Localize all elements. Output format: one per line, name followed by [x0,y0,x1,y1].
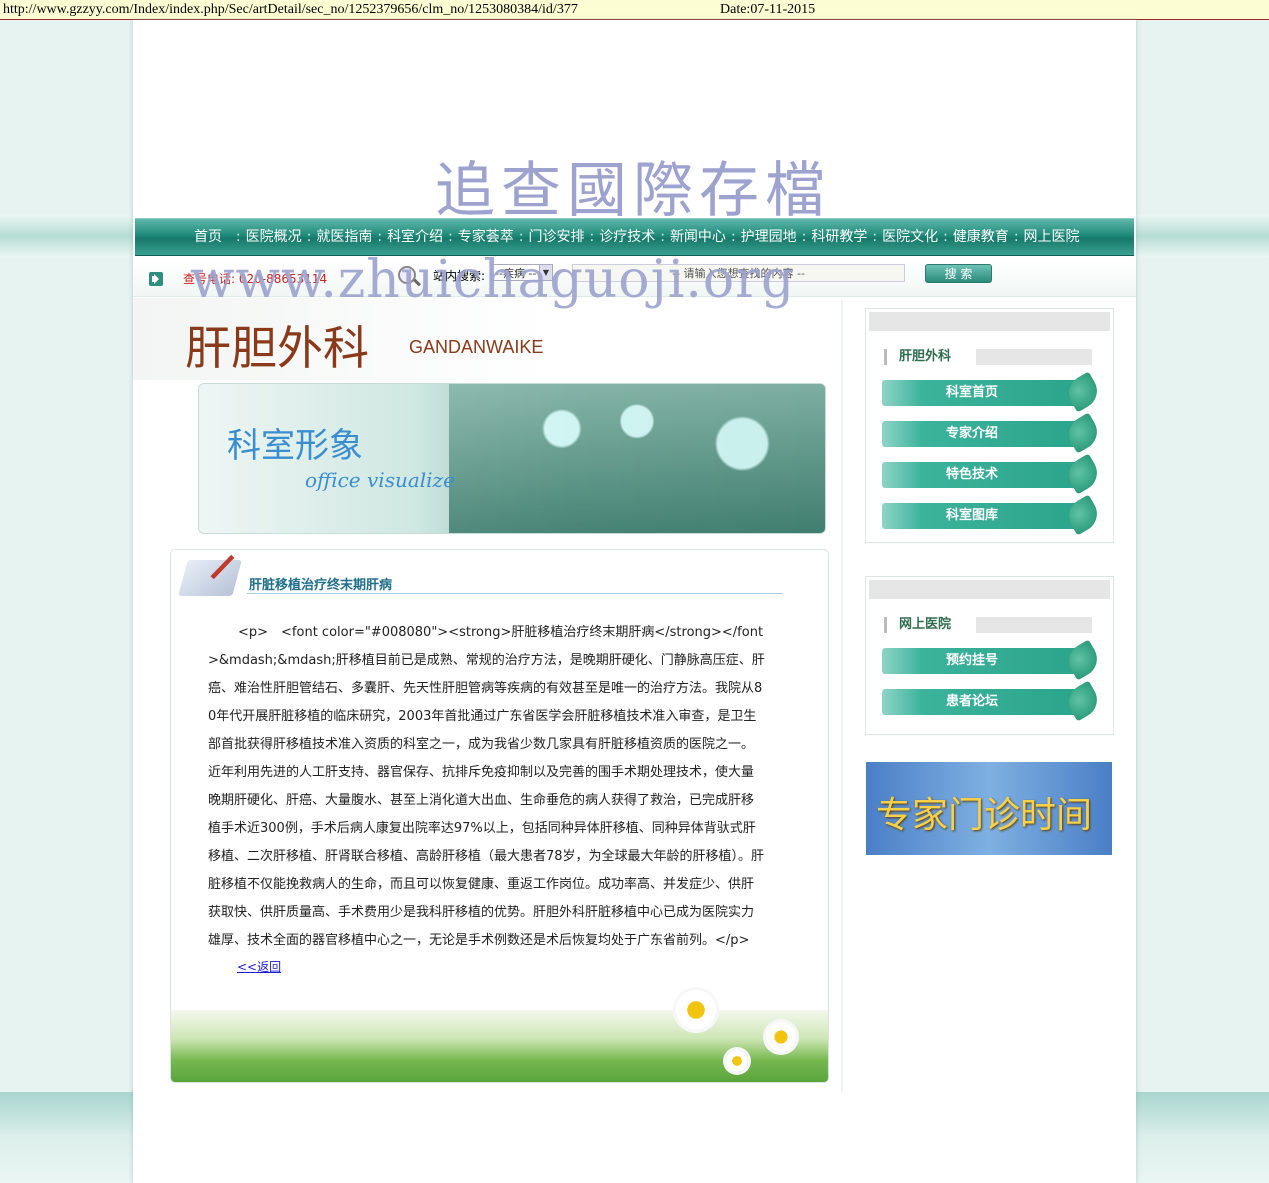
leaf-icon [1062,639,1104,681]
meadow-decoration [171,990,828,1082]
leaf-icon [1062,453,1104,495]
nav-separator: : [801,229,807,245]
side-item-gallery[interactable]: 科室图库 [882,494,1104,536]
nav-item[interactable]: 网上医院 [1020,219,1084,255]
leaf-icon [1062,494,1104,536]
department-pinyin: GANDANWAIKE [409,337,544,357]
daisy-decoration [766,1022,796,1052]
side-item-experts[interactable]: 专家介绍 [882,412,1104,454]
side-item-label: 科室图库 [945,508,998,523]
side-item-label: 预约挂号 [945,653,998,668]
search-button[interactable]: 搜 索 [925,264,992,283]
surgery-photo [449,384,825,533]
side-item-label: 科室首页 [945,385,998,400]
promo-text: 专家门诊时间 [876,795,1093,836]
article-card: 肝脏移植治疗终末期肝病 <p> <font color="#008080"><s… [170,549,829,1083]
nav-separator: : [1013,229,1019,245]
archive-date: Date:07-11-2015 [720,2,816,17]
department-header: 肝胆外科 GANDANWAIKE [133,298,838,380]
nav-item[interactable]: 科研教学 [807,219,871,255]
archive-bar: http://www.gzzyy.com/Index/index.php/Sec… [0,0,1269,20]
office-banner-image: 科室形象 office visualize [198,383,826,534]
site-header: 追查國際存檔 [133,20,1136,226]
side-item-label: 专家介绍 [945,426,998,441]
side-item-dept-home[interactable]: 科室首页 [882,371,1104,413]
banner-title-en: office visualize [305,468,455,492]
sidebar-divider [841,300,843,1092]
page-wrapper: 追查國際存檔 首页 : 医院概况: 就医指南: 科室介绍: 专家荟萃: 门诊安排: 诊疗技术… [133,20,1136,1183]
side-item-techniques[interactable]: 特色技术 [882,453,1104,495]
back-link[interactable]: <<返回 [237,958,281,975]
title-underline [247,593,783,594]
department-title: 肝胆外科 [185,321,369,375]
banner-title-cn: 科室形象 [227,426,363,466]
leaf-icon [1062,371,1104,413]
speaker-icon[interactable] [149,272,163,286]
archive-url: http://www.gzzyy.com/Index/index.php/Sec… [3,2,578,17]
department-menu-heading: 肝胆外科 [884,349,951,365]
nav-item[interactable]: 健康教育 [949,219,1013,255]
nav-item[interactable]: 医院文化 [878,219,942,255]
expert-clinic-promo[interactable]: 专家门诊时间 [866,762,1112,855]
nav-separator: : [872,229,878,245]
watermark-title: 追查國際存檔 [435,156,831,226]
side-item-forum[interactable]: 患者论坛 [882,680,1104,722]
article-body: <p> <font color="#008080"><strong>肝脏移植治疗… [208,625,765,948]
side-item-label: 患者论坛 [945,694,998,709]
online-hospital-box: 网上医院 预约挂号 患者论坛 [865,576,1114,735]
watermark-url: www.zhuichaguoji.org [190,250,796,310]
article-title: 肝脏移植治疗终末期肝病 [249,578,393,593]
leaf-icon [1062,412,1104,454]
daisy-decoration [676,990,716,1030]
daisy-decoration [726,1050,748,1072]
pencil-icon [178,560,242,596]
side-item-appointment[interactable]: 预约挂号 [882,639,1104,681]
side-item-label: 特色技术 [945,467,998,482]
box-topbar [869,580,1110,599]
leaf-icon [1062,680,1104,722]
online-hospital-heading: 网上医院 [884,617,951,633]
heading-bar [976,349,1092,365]
department-menu-box: 肝胆外科 科室首页 专家介绍 特色技术 科室图库 [865,308,1114,543]
nav-separator: : [943,229,948,245]
box-topbar [869,312,1110,331]
heading-bar [976,617,1092,633]
